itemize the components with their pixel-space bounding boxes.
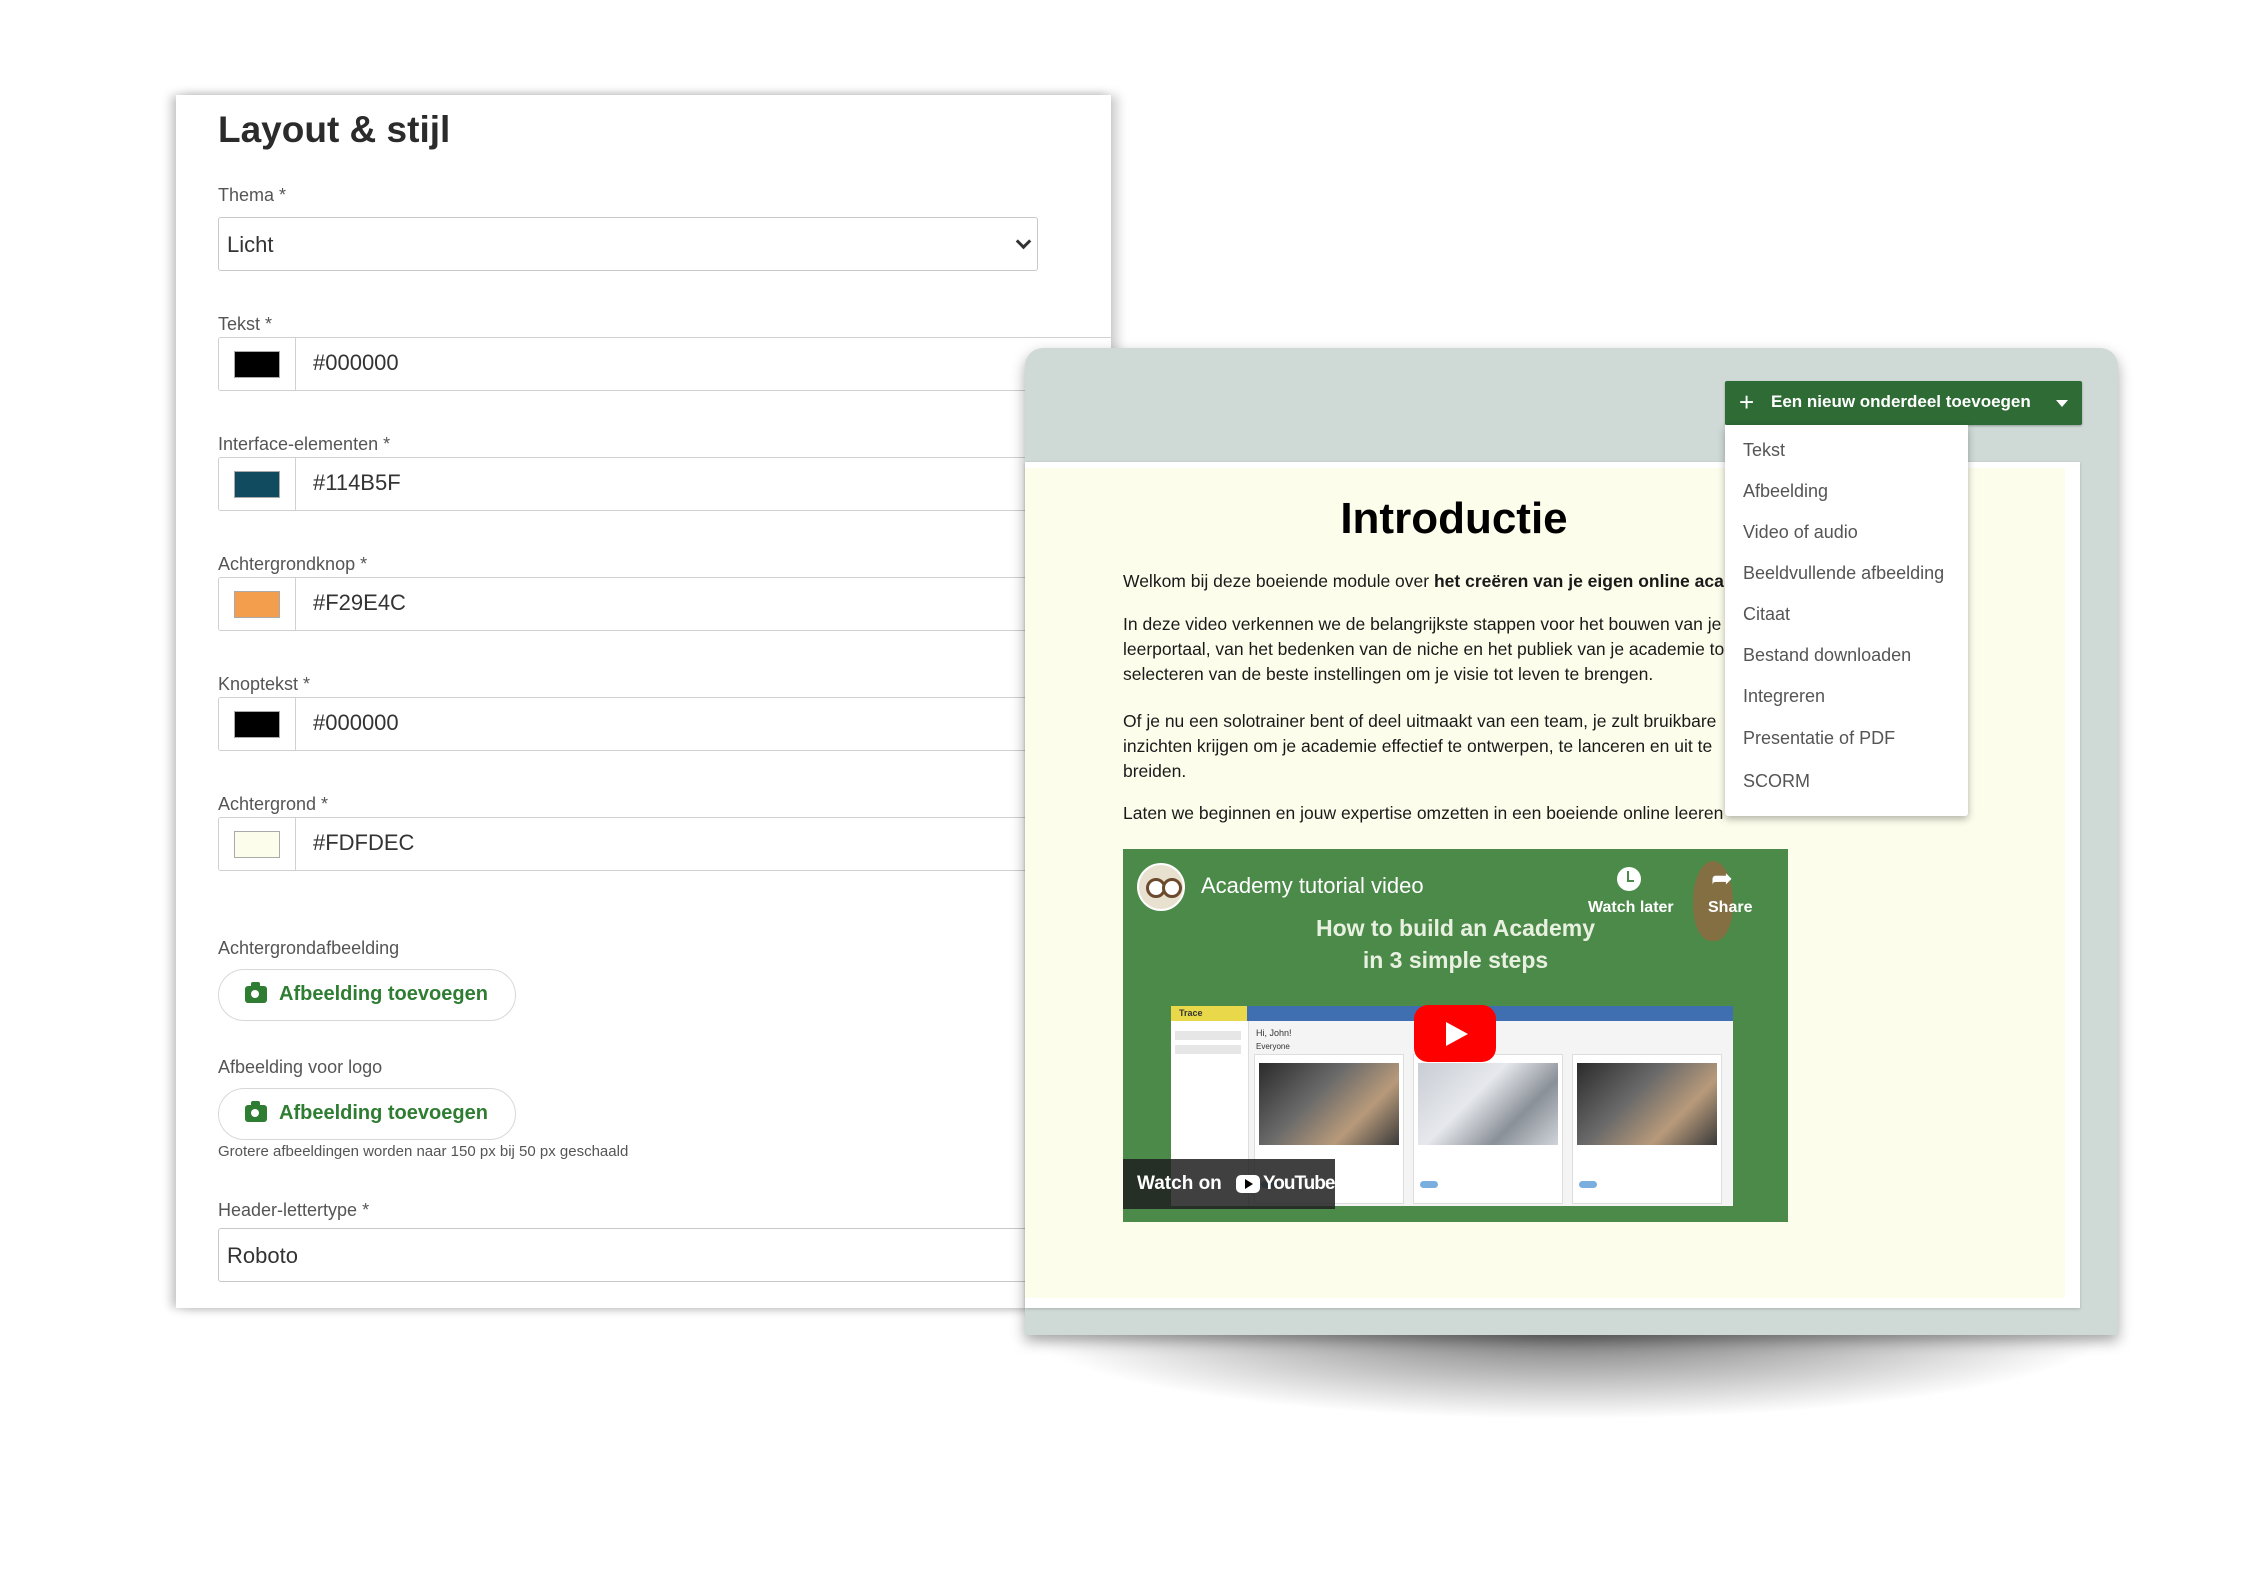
layout-settings-panel: Layout & stijl Thema * Licht Tekst * #00… (176, 95, 1111, 1308)
watch-on-youtube-button[interactable]: Watch on YouTube (1123, 1159, 1335, 1209)
mock-card-photo (1577, 1063, 1717, 1145)
menu-item-tekst[interactable]: Tekst (1743, 440, 1785, 461)
add-section-label: Een nieuw onderdeel toevoegen (1771, 392, 2031, 411)
add-background-image-label: Afbeelding toevoegen (279, 983, 488, 1005)
menu-item-bestand-downloaden[interactable]: Bestand downloaden (1743, 645, 1911, 666)
paragraph-3-line: inzichten krijgen om je academie effecti… (1123, 736, 1713, 756)
interface-color-value: #114B5F (313, 470, 401, 495)
add-section-button[interactable]: + Een nieuw onderdeel toevoegen (1725, 381, 2082, 425)
header-font-select[interactable]: Roboto (218, 1228, 1078, 1282)
mock-course-card (1572, 1054, 1722, 1204)
paragraph-2-line: selecteren van de beste instellingen om … (1123, 664, 1654, 684)
button-bg-color-field[interactable]: #F29E4C (218, 577, 1111, 631)
theme-select[interactable]: Licht (218, 217, 1038, 271)
camera-icon (245, 982, 267, 1003)
panel-title: Layout & stijl (218, 109, 451, 150)
text-color-value: #000000 (313, 350, 399, 375)
add-section-menu: Tekst Afbeelding Video of audio Beeldvul… (1725, 425, 1968, 816)
mock-card-pill (1579, 1181, 1597, 1188)
button-text-color-label: Knoptekst * (218, 674, 311, 694)
color-swatch (234, 471, 280, 498)
text-color-field[interactable]: #000000 (218, 337, 1111, 391)
color-swatch-button[interactable] (219, 578, 296, 630)
logo-size-hint: Grotere afbeeldingen worden naar 150 px … (218, 1143, 629, 1160)
plus-icon: + (1739, 387, 1755, 417)
header-font-label: Header-lettertype * (218, 1200, 370, 1220)
mock-sidebar-item (1175, 1031, 1241, 1040)
mock-logo: Trace (1171, 1006, 1247, 1021)
interface-color-label: Interface-elementen * (218, 434, 391, 454)
color-swatch (234, 351, 280, 378)
mock-sidebar-item (1175, 1045, 1241, 1054)
menu-item-beeldvullende-afbeelding[interactable]: Beeldvullende afbeelding (1743, 563, 1944, 584)
paragraph-2-line: leerportaal, van het bedenken van de nic… (1123, 639, 1725, 659)
video-headline-1: How to build an Academy (1315, 915, 1595, 941)
add-background-image-button[interactable]: Afbeelding toevoegen (218, 969, 516, 1021)
color-swatch-button[interactable] (219, 698, 296, 750)
paragraph-1: Welkom bij deze boeiende module over het… (1123, 569, 1743, 594)
header-font-value: Roboto (227, 1243, 298, 1268)
color-swatch (234, 711, 280, 738)
mock-filter: Everyone (1256, 1042, 1290, 1051)
paragraph-1-bold: het creëren van je eigen online aca (1433, 571, 1724, 591)
chevron-down-icon (1015, 233, 1032, 250)
menu-item-afbeelding[interactable]: Afbeelding (1743, 481, 1828, 502)
color-swatch-button[interactable] (219, 338, 296, 390)
paragraph-3: Of je nu een solotrainer bent of deel ui… (1123, 709, 1743, 784)
mock-card-photo (1418, 1063, 1558, 1145)
menu-item-video-audio[interactable]: Video of audio (1743, 522, 1858, 543)
camera-icon (245, 1101, 267, 1122)
add-logo-image-label: Afbeelding toevoegen (279, 1102, 488, 1124)
add-logo-image-button[interactable]: Afbeelding toevoegen (218, 1088, 516, 1140)
caret-down-icon (2056, 400, 2068, 407)
logo-image-label: Afbeelding voor logo (218, 1057, 383, 1077)
mock-card-pill (1420, 1181, 1438, 1188)
interface-color-field[interactable]: #114B5F (218, 457, 1111, 511)
youtube-wordmark: YouTube (1263, 1173, 1335, 1194)
clock-icon[interactable] (1617, 867, 1641, 891)
paragraph-3-line: breiden. (1123, 761, 1187, 781)
button-text-color-value: #000000 (313, 710, 399, 735)
color-swatch (234, 831, 280, 858)
play-button-icon[interactable] (1414, 1005, 1496, 1062)
mock-sidebar-item (1175, 1059, 1241, 1068)
youtube-icon (1236, 1175, 1260, 1193)
menu-item-scorm[interactable]: SCORM (1743, 771, 1810, 792)
paragraph-3-line: Of je nu een solotrainer bent of deel ui… (1123, 711, 1717, 731)
channel-avatar[interactable] (1137, 863, 1185, 911)
paragraph-4: Laten we beginnen en jouw expertise omze… (1123, 803, 1724, 823)
course-preview: Introductie Welkom bij deze boeiende mod… (1025, 348, 2118, 1335)
background-color-field[interactable]: #FDFDEC (218, 817, 1111, 871)
watch-on-label: Watch on (1137, 1173, 1222, 1194)
theme-label: Thema * (218, 185, 287, 205)
paragraph-2: In deze video verkennen we de belangrijk… (1123, 612, 1743, 687)
paragraph-2-line: In deze video verkennen we de belangrijk… (1123, 614, 1722, 634)
menu-item-integreren[interactable]: Integreren (1743, 686, 1825, 707)
background-image-label: Achtergrondafbeelding (218, 938, 400, 958)
share-icon[interactable]: ➦ (1711, 863, 1733, 894)
video-title[interactable]: Academy tutorial video (1201, 873, 1424, 899)
button-text-color-field[interactable]: #000000 (218, 697, 1111, 751)
background-color-label: Achtergrond * (218, 794, 329, 814)
mock-course-card (1413, 1054, 1563, 1204)
text-color-label: Tekst * (218, 314, 273, 334)
color-swatch-button[interactable] (219, 818, 296, 870)
color-swatch (234, 591, 280, 618)
menu-item-citaat[interactable]: Citaat (1743, 604, 1790, 625)
button-bg-color-value: #F29E4C (313, 590, 406, 615)
video-headline-2: in 3 simple steps (1362, 947, 1549, 973)
preview-shadow (1025, 1330, 2115, 1420)
paragraph-1-text: Welkom bij deze boeiende module over (1123, 571, 1434, 591)
color-swatch-button[interactable] (219, 458, 296, 510)
background-color-value: #FDFDEC (313, 830, 415, 855)
menu-item-presentatie-pdf[interactable]: Presentatie of PDF (1743, 728, 1895, 749)
mock-greeting: Hi, John! (1256, 1028, 1292, 1038)
video-embed[interactable]: Academy tutorial video Watch later ➦ Sha… (1123, 849, 1788, 1222)
mock-card-photo (1259, 1063, 1399, 1145)
button-bg-color-label: Achtergrondknop * (218, 554, 368, 574)
theme-select-value: Licht (227, 232, 274, 257)
